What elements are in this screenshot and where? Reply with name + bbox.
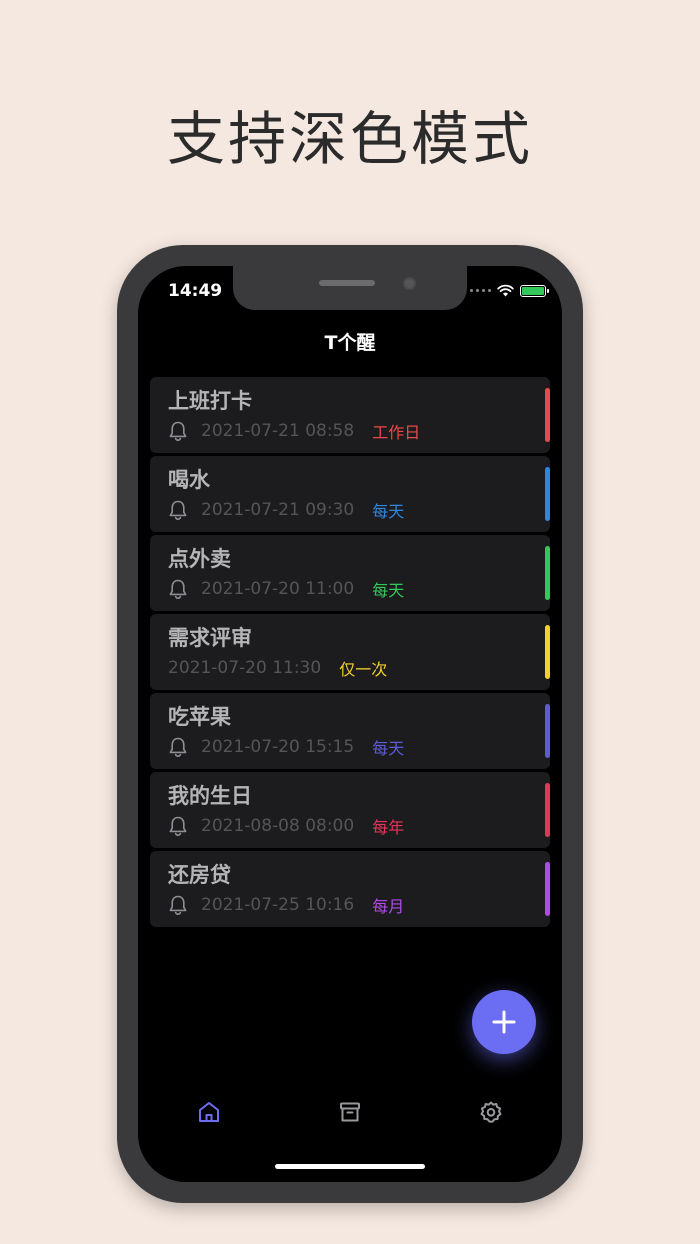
signal-icon xyxy=(470,289,491,292)
color-tag xyxy=(545,783,550,837)
front-camera xyxy=(403,277,416,290)
repeat-badge: 工作日 xyxy=(372,423,421,442)
reminder-card[interactable]: 需求评审 2021-07-20 11:30 仅一次 xyxy=(150,614,550,690)
reminder-meta: 2021-07-21 09:30 每天 xyxy=(168,499,532,521)
reminder-title: 上班打卡 xyxy=(168,389,252,413)
repeat-badge: 每月 xyxy=(372,897,405,916)
reminder-meta: 2021-07-20 11:30 仅一次 xyxy=(168,657,532,679)
reminder-title: 点外卖 xyxy=(168,547,231,571)
reminder-meta: 2021-07-25 10:16 每月 xyxy=(168,894,532,916)
repeat-badge: 每年 xyxy=(372,818,405,837)
phone-screen: 14:49 T个醒 上班打卡 2021-07-21 08:58 工作日喝水 2021-… xyxy=(138,266,562,1182)
color-tag xyxy=(545,862,550,916)
tab-archive[interactable] xyxy=(330,1092,370,1132)
repeat-badge: 每天 xyxy=(372,581,405,600)
color-tag xyxy=(545,704,550,758)
color-tag xyxy=(545,388,550,442)
plus-icon xyxy=(492,1010,516,1034)
repeat-badge: 每天 xyxy=(372,739,405,758)
status-time: 14:49 xyxy=(168,281,223,301)
reminder-title: 我的生日 xyxy=(168,784,252,808)
phone-frame: 14:49 T个醒 上班打卡 2021-07-21 08:58 工作日喝水 2021-… xyxy=(117,245,583,1203)
bell-icon xyxy=(168,815,188,837)
speaker xyxy=(319,280,375,286)
reminder-title: 需求评审 xyxy=(168,626,252,650)
headline: 支持深色模式 xyxy=(166,105,533,173)
tab-settings[interactable] xyxy=(471,1092,511,1132)
home-icon xyxy=(199,1102,219,1122)
reminder-card[interactable]: 吃苹果 2021-07-20 15:15 每天 xyxy=(150,693,550,769)
color-tag xyxy=(545,625,550,679)
reminder-card[interactable]: 我的生日 2021-08-08 08:00 每年 xyxy=(150,772,550,848)
reminder-card[interactable]: 上班打卡 2021-07-21 08:58 工作日 xyxy=(150,377,550,453)
battery-icon xyxy=(520,284,549,297)
bell-icon xyxy=(168,420,188,442)
tab-home[interactable] xyxy=(189,1092,229,1132)
color-tag xyxy=(545,546,550,600)
color-tag xyxy=(545,467,550,521)
tab-bar xyxy=(138,1092,562,1132)
reminder-meta: 2021-07-20 11:00 每天 xyxy=(168,578,532,600)
bell-icon xyxy=(168,499,188,521)
reminder-time: 2021-07-20 15:15 xyxy=(201,737,355,757)
archive-icon xyxy=(340,1102,360,1122)
reminder-meta: 2021-07-21 08:58 工作日 xyxy=(168,420,532,442)
bell-icon xyxy=(168,578,188,600)
notch xyxy=(233,266,467,310)
bell-icon xyxy=(168,894,188,916)
reminder-time: 2021-08-08 08:00 xyxy=(201,816,355,836)
reminder-title: 还房贷 xyxy=(168,863,231,887)
home-indicator[interactable] xyxy=(275,1164,425,1169)
status-indicators xyxy=(470,284,549,297)
reminder-title: 喝水 xyxy=(168,468,210,492)
reminder-card[interactable]: 点外卖 2021-07-20 11:00 每天 xyxy=(150,535,550,611)
reminder-time: 2021-07-21 09:30 xyxy=(201,500,355,520)
reminder-time: 2021-07-20 11:30 xyxy=(168,658,322,678)
wifi-icon xyxy=(497,284,514,297)
reminder-list: 上班打卡 2021-07-21 08:58 工作日喝水 2021-07-21 09:3… xyxy=(150,377,550,930)
bell-icon xyxy=(168,736,188,758)
reminder-time: 2021-07-20 11:00 xyxy=(201,579,355,599)
reminder-meta: 2021-08-08 08:00 每年 xyxy=(168,815,532,837)
reminder-meta: 2021-07-20 15:15 每天 xyxy=(168,736,532,758)
app-title: T个醒 xyxy=(324,332,376,354)
repeat-badge: 仅一次 xyxy=(339,660,388,679)
reminder-time: 2021-07-21 08:58 xyxy=(201,421,355,441)
reminder-title: 吃苹果 xyxy=(168,705,231,729)
reminder-time: 2021-07-25 10:16 xyxy=(201,895,355,915)
reminder-card[interactable]: 喝水 2021-07-21 09:30 每天 xyxy=(150,456,550,532)
repeat-badge: 每天 xyxy=(372,502,405,521)
reminder-card[interactable]: 还房贷 2021-07-25 10:16 每月 xyxy=(150,851,550,927)
gear-icon xyxy=(480,1101,502,1123)
add-reminder-button[interactable] xyxy=(472,990,536,1054)
